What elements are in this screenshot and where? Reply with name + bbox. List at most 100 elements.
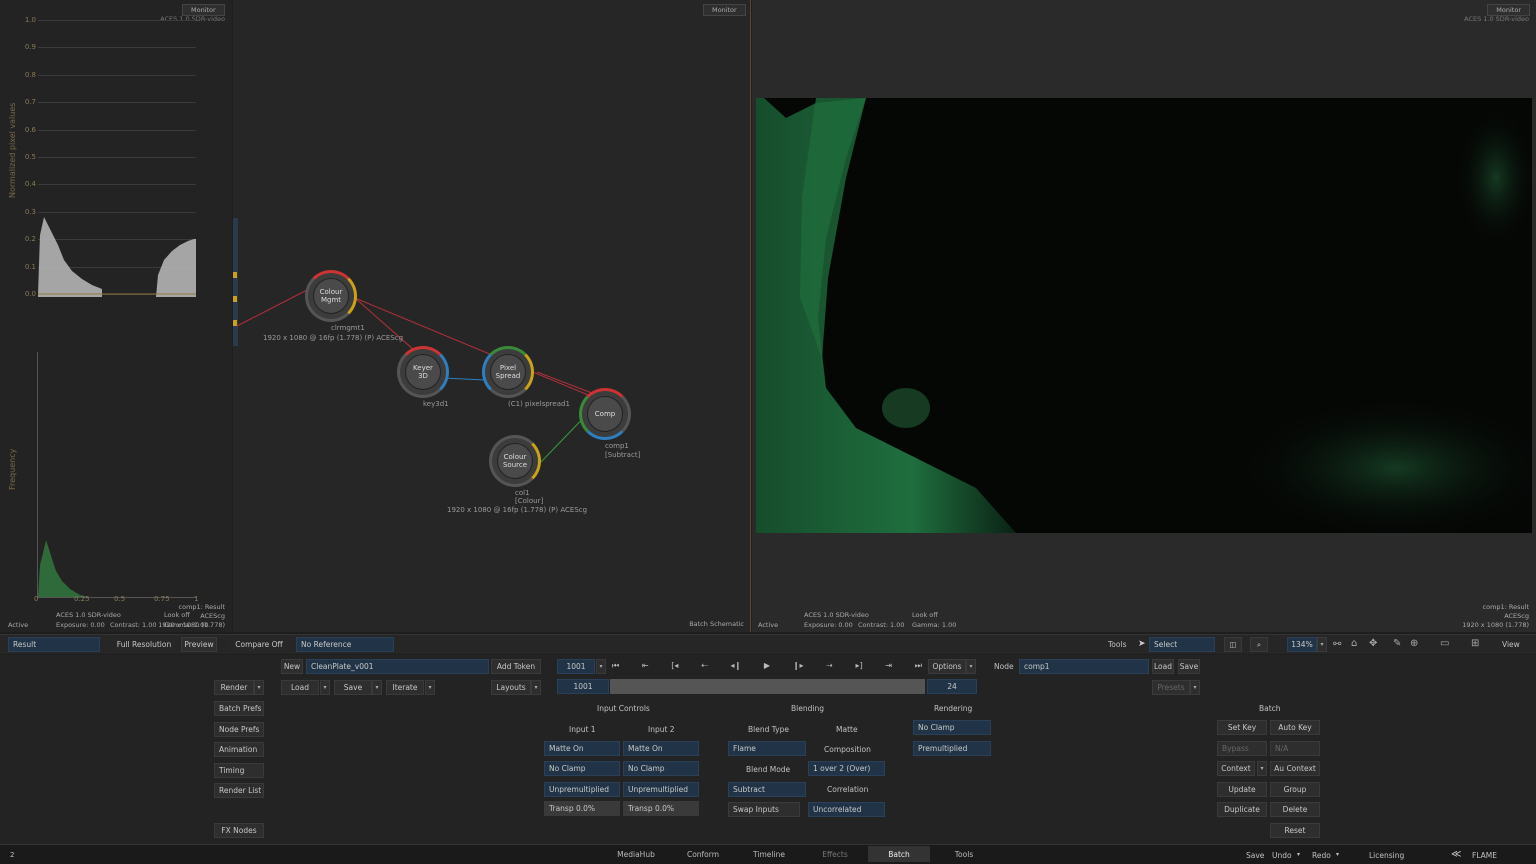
play-icon[interactable]: ▶ [764,661,770,671]
input1-unpremultiplied[interactable]: Unpremultiplied [544,782,620,797]
split-view-icon[interactable]: ◫ [1224,637,1242,652]
link-icon[interactable]: ⚯ [1333,639,1341,650]
tab-mediahub[interactable]: MediaHub [617,846,655,862]
node-colour-source[interactable]: Colour Source [489,435,541,487]
node-colour-mgmt[interactable]: Colour Mgmt [305,270,357,322]
left-menu-item[interactable]: Node Prefs [214,721,264,737]
render-dropdown-icon[interactable]: ▾ [254,680,264,695]
group-button[interactable]: Group [1270,782,1320,797]
iterate-button[interactable]: Iterate [386,680,424,695]
au-context-button[interactable]: Au Context [1270,761,1320,776]
rendering-premultiplied[interactable]: Premultiplied [913,741,991,756]
preview-button[interactable]: Preview [181,637,217,652]
blend-type-select[interactable]: Flame [728,741,806,756]
iterate-dropdown-icon[interactable]: ▾ [425,680,435,695]
view-menu[interactable]: View [1502,640,1520,649]
node-comp[interactable]: Comp [579,388,631,440]
undo-button[interactable]: Undo [1272,851,1292,860]
load-dropdown-icon[interactable]: ▾ [320,680,330,695]
reset-button[interactable]: Reset [1270,823,1320,838]
node-save-button[interactable]: Save [1178,659,1200,674]
swap-inputs-button[interactable]: Swap Inputs [728,802,800,817]
auto-key-button[interactable]: Auto Key [1270,720,1320,735]
set-key-button[interactable]: Set Key [1217,720,1267,735]
load-button[interactable]: Load [281,680,319,695]
current-frame-field[interactable]: 1001 [557,659,595,674]
tab-conform[interactable]: Conform [684,846,722,862]
frame-end-field[interactable]: 24 [927,679,977,694]
context-button[interactable]: Context [1217,761,1255,776]
layouts-button[interactable]: Layouts [491,680,531,695]
left-menu-item[interactable]: Animation [214,742,264,757]
options-dropdown-icon[interactable]: ▾ [966,659,976,674]
render-button[interactable]: Render [214,680,254,695]
redo-dropdown-icon[interactable]: ▾ [1336,851,1339,858]
in-point-icon[interactable]: [◂ [671,661,678,671]
home-icon[interactable]: ⌂ [1351,638,1357,649]
tab-tools[interactable]: Tools [945,846,983,862]
new-button[interactable]: New [281,659,303,674]
input2-no-clamp[interactable]: No Clamp [623,761,699,776]
presets-button[interactable]: Presets [1152,680,1190,695]
full-resolution-button[interactable]: Full Resolution [113,637,175,652]
tab-timeline[interactable]: Timeline [750,846,788,862]
zoom-level[interactable]: 134% [1287,637,1317,652]
layouts-dropdown-icon[interactable]: ▾ [531,680,541,695]
crosshair-icon[interactable]: ⊕ [1410,638,1418,649]
rendering-no-clamp[interactable]: No Clamp [913,720,991,735]
play-forward-icon[interactable]: ❙▸ [793,661,804,671]
input1-matte-on[interactable]: Matte On [544,741,620,756]
frame-start-field[interactable]: 1001 [557,679,609,694]
options-button[interactable]: Options [928,659,966,674]
input2-matte-on[interactable]: Matte On [623,741,699,756]
tab-effects[interactable]: Effects [816,846,854,862]
move-icon[interactable]: ✥ [1369,638,1377,649]
setup-name-field[interactable]: CleanPlate_v001 [306,659,489,674]
batch-schematic[interactable]: Monitor Colour Mgmt clrmgmt1 1920 x 1080… [233,0,751,632]
fx-nodes-button[interactable]: FX Nodes [214,823,264,838]
input2-unpremultiplied[interactable]: Unpremultiplied [623,782,699,797]
node-keyer-3d[interactable]: Keyer 3D [397,346,449,398]
input1-no-clamp[interactable]: No Clamp [544,761,620,776]
prev-key-icon[interactable]: ⇤ [642,661,649,671]
compare-button[interactable]: Compare Off [229,637,289,652]
bottom-save-button[interactable]: Save [1246,851,1264,860]
licensing-button[interactable]: Licensing [1369,851,1404,860]
blend-mode-select[interactable]: Subtract [728,782,806,797]
search-icon[interactable]: ⌕ [1250,637,1268,652]
left-menu-item[interactable]: Timing [214,762,264,778]
tab-batch[interactable]: Batch [868,846,930,862]
left-menu-item[interactable]: Render List [214,783,264,798]
left-menu-item[interactable]: Batch Prefs [214,701,264,716]
play-reverse-icon[interactable]: ◂❙ [731,661,742,671]
next-key-icon[interactable]: ⇥ [885,661,892,671]
out-point-icon[interactable]: ▸] [856,661,863,671]
overlay-icon[interactable]: ⊞ [1471,638,1479,649]
eyedropper-icon[interactable]: ✎ [1393,638,1401,649]
reference-select[interactable]: No Reference [296,637,394,652]
view-result-select[interactable]: Result [8,637,100,652]
player-viewer[interactable]: Monitor ACES 1.0 SDR-video Active ACES 1… [752,0,1536,632]
node-pixel-spread[interactable]: Pixel Spread [482,346,534,398]
select-tool[interactable]: Select [1149,637,1215,652]
context-dropdown-icon[interactable]: ▾ [1257,761,1267,776]
correlation-select[interactable]: Uncorrelated [808,802,885,817]
zoom-dropdown-icon[interactable]: ▾ [1317,637,1327,652]
timeline-scrubber[interactable] [610,679,925,694]
add-token-button[interactable]: Add Token [491,659,541,674]
delete-button[interactable]: Delete [1270,802,1320,817]
goto-start-icon[interactable]: ⏮ [612,661,619,671]
node-load-button[interactable]: Load [1152,659,1174,674]
input2-transparency[interactable]: Transp 0.0% [623,801,699,816]
matte-composition-select[interactable]: 1 over 2 (Over) [808,761,885,776]
input1-transparency[interactable]: Transp 0.0% [544,801,620,816]
next-frame-icon[interactable]: ⇢ [826,661,833,671]
node-name-field[interactable]: comp1 [1019,659,1149,674]
prev-frame-icon[interactable]: ⇠ [701,661,708,671]
update-button[interactable]: Update [1217,782,1267,797]
frame-dropdown-icon[interactable]: ▾ [596,659,606,674]
redo-button[interactable]: Redo [1312,851,1331,860]
undo-dropdown-icon[interactable]: ▾ [1297,851,1300,858]
save-dropdown-icon[interactable]: ▾ [372,680,382,695]
duplicate-button[interactable]: Duplicate [1217,802,1267,817]
